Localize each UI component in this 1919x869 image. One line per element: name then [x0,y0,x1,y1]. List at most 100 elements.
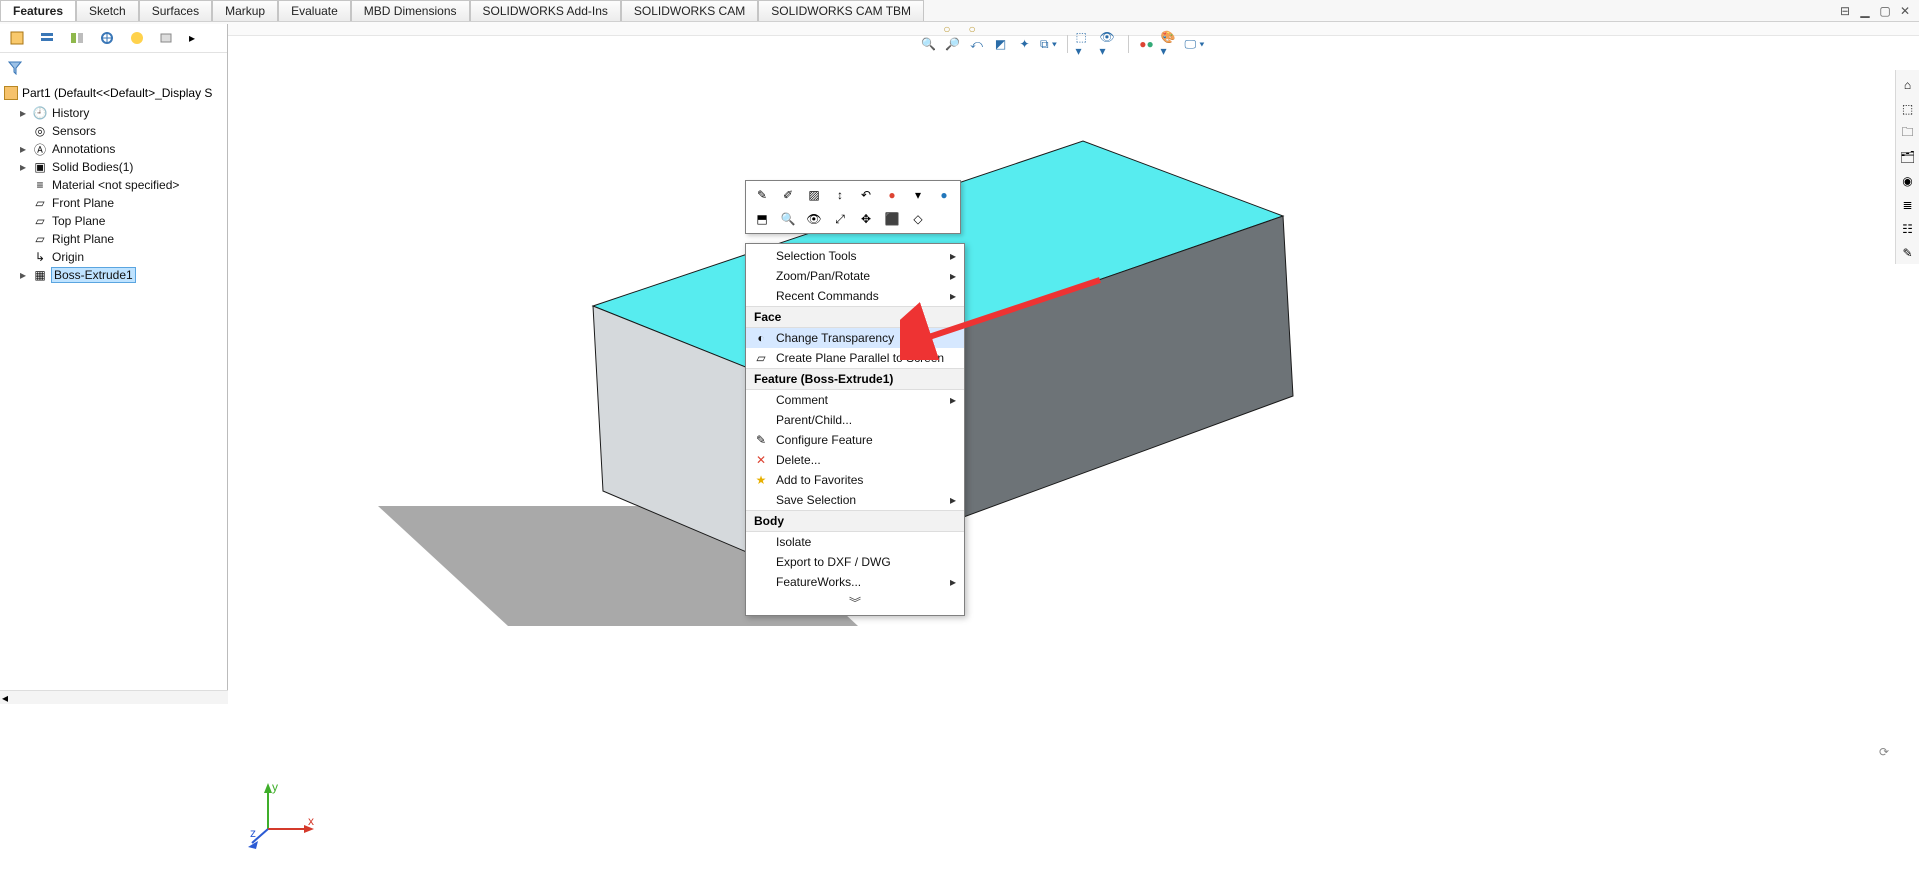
tab-solidworks-cam[interactable]: SOLIDWORKS CAM [621,0,758,21]
resources-icon[interactable]: ⬚ [1897,98,1919,120]
rollback-icon[interactable]: ↶ [856,185,876,205]
tree-history[interactable]: ▸🕘History [4,104,227,122]
minimize-icon[interactable]: ▁ [1857,3,1873,19]
caret-icon[interactable]: ▸ [18,268,28,282]
svg-text:y: y [272,780,278,794]
tab-surfaces[interactable]: Surfaces [139,0,212,21]
submenu-arrow-icon: ▸ [950,493,956,507]
hide-icon[interactable]: 👁 [804,209,824,229]
appearance-dropdown-icon[interactable]: ▾ [908,185,928,205]
edit-feature-icon[interactable]: ✎ [752,185,772,205]
plane-icon: ▱ [32,196,48,210]
caret-icon[interactable]: ▸ [18,160,28,174]
3d-sketch-icon[interactable]: ↕ [830,185,850,205]
view-orientation-icon[interactable]: ⧉ ▾ [1039,34,1059,54]
menu-change-transparency[interactable]: ◐Change Transparency [746,328,964,348]
close-icon[interactable]: ✕ [1897,3,1913,19]
tab-mbd-dimensions[interactable]: MBD Dimensions [351,0,470,21]
menu-label: Save Selection [776,493,856,507]
menu-parent-child[interactable]: Parent/Child... [746,410,964,430]
configure-icon: ✎ [752,431,770,449]
tree-origin[interactable]: ↳Origin [4,248,227,266]
tab-solidworks-cam-tbm[interactable]: SOLIDWORKS CAM TBM [758,0,924,21]
tab-evaluate[interactable]: Evaluate [278,0,351,21]
tree-annotations[interactable]: ▸ⒶAnnotations [4,140,227,158]
menu-export-dxf-dwg[interactable]: Export to DXF / DWG [746,552,964,572]
zoom-fit-small-icon[interactable]: ⤢ [830,209,850,229]
graphics-area[interactable]: 🔍 🔎 ⤺ ◩ ✦ ⧉ ▾ ⬚ ▾ 👁 ▾ ●● 🎨 ▾ 🖵 ▾ y x z [228,36,1895,869]
dimxpert-manager-tab[interactable] [92,26,122,50]
tab-solidworks-addins[interactable]: SOLIDWORKS Add-Ins [470,0,621,21]
insert-cube-icon[interactable]: ⬛ [882,209,902,229]
apply-scene-icon[interactable]: 🎨 ▾ [1161,34,1181,54]
part-root-node[interactable]: Part1 (Default<<Default>_Display S [0,83,227,103]
zoom-to-fit-icon[interactable]: 🔍 [919,34,939,54]
svg-text:z: z [250,826,256,840]
caret-icon[interactable]: ▸ [18,106,28,120]
display-manager-tab[interactable] [122,26,152,50]
hide-show-icon[interactable]: 👁 ▾ [1100,34,1120,54]
menu-selection-tools[interactable]: Selection Tools▸ [746,246,964,266]
submenu-arrow-icon: ▸ [950,575,956,589]
tree-solid-bodies[interactable]: ▸▣Solid Bodies(1) [4,158,227,176]
menu-save-selection[interactable]: Save Selection ▸ [746,490,964,510]
menu-add-to-favorites[interactable]: ★Add to Favorites [746,470,964,490]
menu-expand-icon[interactable]: ︾ [746,592,964,613]
tree-front-plane[interactable]: ▱Front Plane [4,194,227,212]
appearance-icon[interactable]: ● [882,185,902,205]
view-settings-icon[interactable]: 🖵 ▾ [1185,34,1205,54]
menu-recent-commands[interactable]: Recent Commands▸ [746,286,964,306]
menu-create-plane-parallel[interactable]: ▱Create Plane Parallel to Screen [746,348,964,368]
tree-top-plane[interactable]: ▱Top Plane [4,212,227,230]
display-style-icon[interactable]: ⬚ ▾ [1076,34,1096,54]
zoom-selection-icon[interactable]: 🔍 [778,209,798,229]
menu-comment[interactable]: Comment▸ [746,390,964,410]
menu-zoom-pan-rotate[interactable]: Zoom/Pan/Rotate▸ [746,266,964,286]
menu-label: Configure Feature [776,433,873,447]
home-icon[interactable]: ⌂ [1897,74,1919,96]
design-library-icon[interactable]: 🗀 [1897,122,1919,144]
caret-icon[interactable]: ▸ [18,142,28,156]
tab-sketch[interactable]: Sketch [76,0,139,21]
sketch-on-face-icon[interactable]: ▨ [804,185,824,205]
edit-appearance-icon[interactable]: ●● [1137,34,1157,54]
overflow-tabs[interactable]: ▸ [182,26,202,50]
menu-isolate[interactable]: Isolate [746,532,964,552]
previous-view-icon[interactable]: ⤺ [967,34,987,54]
tree-material[interactable]: ≡Material <not specified> [4,176,227,194]
panel-splitter[interactable]: ◂ [0,690,228,704]
menu-delete[interactable]: ✕Delete... [746,450,964,470]
appearances-icon[interactable]: ≣ [1897,194,1919,216]
collapse-ribbon-icon[interactable]: ⊟ [1837,3,1853,19]
edit-sketch-icon[interactable]: ✐ [778,185,798,205]
tab-markup[interactable]: Markup [212,0,278,21]
tree-right-plane[interactable]: ▱Right Plane [4,230,227,248]
rotate-view-handle[interactable]: ⟳ [1879,745,1889,759]
custom-props-icon[interactable]: ☷ [1897,218,1919,240]
menu-featureworks[interactable]: FeatureWorks...▸ [746,572,964,592]
cam-manager-tab[interactable] [152,26,182,50]
favorites-icon: ★ [752,471,770,489]
transparency-icon: ◐ [752,329,770,347]
section-view-icon[interactable]: ◩ [991,34,1011,54]
file-explorer-icon[interactable]: 🗂 [1897,146,1919,168]
suppress-icon[interactable]: ◇ [908,209,928,229]
feature-manager-tab[interactable] [2,26,32,50]
dynamic-annotation-icon[interactable]: ✦ [1015,34,1035,54]
normal-to-icon[interactable]: ⬒ [752,209,772,229]
property-manager-tab[interactable] [32,26,62,50]
tree-boss-extrude1[interactable]: ▸▦Boss-Extrude1 [4,266,227,284]
zoom-to-area-icon[interactable]: 🔎 [943,34,963,54]
forum-icon[interactable]: ✎ [1897,242,1919,264]
filter-icon[interactable] [4,57,26,79]
origin-icon: ↳ [32,250,48,264]
move-icon[interactable]: ✥ [856,209,876,229]
tab-features[interactable]: Features [0,0,76,21]
view-palette-icon[interactable]: ◉ [1897,170,1919,192]
maximize-icon[interactable]: ▢ [1877,3,1893,19]
tree-sensors[interactable]: ◎Sensors [4,122,227,140]
menu-configure-feature[interactable]: ✎ Configure Feature [746,430,964,450]
configuration-manager-tab[interactable] [62,26,92,50]
scroll-left-icon[interactable]: ◂ [2,691,8,705]
body-appearance-icon[interactable]: ● [934,185,954,205]
